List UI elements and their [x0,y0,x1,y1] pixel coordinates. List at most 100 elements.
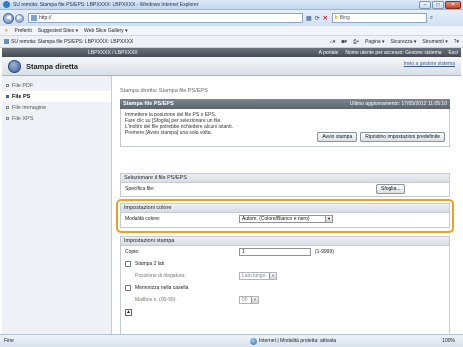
mailbox-checkbox[interactable] [125,285,131,291]
sidebar-item-label: File XPS [12,115,34,122]
file-section-title: Selezionare il file PS/EPS [121,174,449,183]
chevron-down-icon: ▼ [251,297,258,303]
stop-icon[interactable]: ✕ [323,15,328,22]
chevron-down-icon: ▼ [325,216,332,222]
home-icon[interactable]: ⌂▾ [330,39,336,45]
print-section: Impostazioni stampa Copie: 1 (1-9999) St… [120,236,450,334]
portal-link[interactable]: A portale [319,50,339,56]
compatibility-icon[interactable]: ▦ [306,15,312,22]
footer-row: ▲ [121,306,449,318]
search-field[interactable]: b Bing [331,13,427,23]
security-zone[interactable]: Internet | Modalità protetta: attivata [250,337,336,345]
main-content: Stampa diretta: Stampa file PS/EPS Stamp… [116,76,456,334]
address-bar: ◀ ▶ http:// ▦ ⟳ ✕ b Bing ⌕ [0,10,463,26]
mailbox-number-row: Mailbox n. (00-99): 00 ▼ [121,294,449,306]
sidebar-item-label: File immagine [12,104,47,111]
binding-select[interactable]: Lato lungo ▼ [239,272,277,280]
mailbox-number-value: 00 [242,297,248,303]
search-placeholder: Bing [339,15,350,21]
panel-header: Stampa file PS/EPS Ultimo aggiornamento:… [120,99,450,109]
refresh-icon[interactable]: ⟳ [315,15,320,22]
address-icons: ▦ ⟳ ✕ [306,15,328,22]
favorites-label[interactable]: Preferiti [14,28,31,34]
color-section-title: Impostazioni colore [121,204,449,213]
url-text: http:// [39,15,52,21]
mailbox-number-select[interactable]: 00 ▼ [239,296,259,304]
copies-range: (1-9999) [315,249,334,255]
duplex-label: Stampa 2 lati [135,261,165,267]
sidebar-item-image[interactable]: File immagine [2,102,111,113]
forward-button[interactable]: ▶ [15,13,24,23]
page-title: Stampa diretta [26,61,79,71]
back-button[interactable]: ◀ [3,12,14,24]
fav-link-suggested[interactable]: Suggested Sites ▾ [38,28,78,34]
duplex-row: Stampa 2 lati [121,258,449,270]
mailbox-label: Memorizza nella casella [135,285,189,291]
send-to-admin-link[interactable]: Invio a gestore sistema [404,61,455,67]
url-field[interactable]: http:// [28,13,303,23]
feeds-icon[interactable]: ◙▾ [341,39,347,45]
sidebar-item-label: File PDF [12,82,34,89]
instructions: Immettere la posizione del file PS o EPS… [120,109,450,147]
panel-title: Stampa file PS/EPS [123,101,174,107]
web-page: LBPXXXX / LBPXXXX A portale Nome utente … [2,48,461,334]
duplex-checkbox[interactable] [125,261,131,267]
menu-page[interactable]: Pagina ▾ [365,39,384,45]
browser-tab[interactable]: SU remota: Stampa file PS/EPS: LBPXXXX: … [4,39,133,45]
print-section-title: Impostazioni stampa [121,237,449,246]
copies-row: Copie: 1 (1-9999) [121,246,449,258]
window-titlebar: SU remota: Stampa file PS/EPS: LBPXXXX: … [0,0,463,10]
file-row: Specifica file: Sfoglia... [121,183,449,195]
sidebar-item-pdf[interactable]: File PDF [2,80,111,91]
bullet-icon [6,106,9,109]
last-update: Ultimo aggiornamento: 17/05/2012 11:05:1… [349,101,447,107]
page-header: Stampa diretta Invio a gestore sistema [2,57,461,76]
breadcrumb: Stampa diretta: Stampa file PS/EPS [120,88,208,94]
logout-link[interactable]: Esci [449,50,458,56]
start-print-button[interactable]: Avvio stampa [317,132,358,142]
menu-tools[interactable]: Strumenti ▾ [422,39,447,45]
top-navigation: LBPXXXX / LBPXXXX A portale Nome utente … [2,48,461,57]
menu-security[interactable]: Sicurezza ▾ [391,39,417,45]
help-icon[interactable]: ?▾ [454,39,459,45]
sidebar-item-ps[interactable]: File PS [2,91,111,102]
copies-value: 1 [242,249,245,255]
color-mode-label: Modalità colore: [125,216,161,222]
chevron-down-icon: ▼ [269,273,276,279]
browse-button[interactable]: Sfoglia... [376,184,406,194]
file-label: Specifica file: [125,186,155,192]
copies-label: Copie: [125,249,140,255]
globe-icon [250,337,257,345]
maximize-button[interactable]: □ [432,1,444,9]
status-bar: Fine Internet | Modalità protetta: attiv… [0,334,463,347]
minimize-button[interactable]: – [419,1,431,9]
fav-link-webslice[interactable]: Web Slice Gallery ▾ [84,28,128,34]
color-mode-select[interactable]: Autom. (Colore/Bianco e nero) ▼ [239,215,333,223]
sidebar: File PDF File PS File immagine File XPS [2,76,112,334]
bing-icon: b [334,15,338,21]
tab-bar: SU remota: Stampa file PS/EPS: LBPXXXX: … [0,36,463,48]
tab-page-icon [4,39,9,44]
window-title: SU remota: Stampa file PS/EPS: LBPXXXX: … [13,1,199,8]
tab-title: SU remota: Stampa file PS/EPS: LBPXXXX: … [11,38,134,45]
bullet-icon [6,84,9,87]
sidebar-item-xps[interactable]: File XPS [2,113,111,124]
zoom-level[interactable]: 100% [442,338,455,344]
printer-name: LBPXXXX / LBPXXXX [88,49,138,56]
scroll-top-icon[interactable]: ▲ [125,308,132,316]
bullet-icon [6,117,9,120]
color-mode-row: Modalità colore: Autom. (Colore/Bianco e… [121,213,449,225]
binding-label: Posizione di rilegatura: [135,273,186,279]
restore-defaults-button[interactable]: Ripristino impostazioni predefinite [360,132,445,142]
page-icon [31,15,37,21]
close-window-button[interactable]: ✕ [445,1,461,9]
status-text: Fine [4,338,14,344]
print-icon[interactable]: ⎙▾ [353,39,359,45]
color-section: Impostazioni colore Modalità colore: Aut… [120,203,450,228]
favorites-star-icon[interactable]: ★ [4,28,8,34]
mailbox-row: Memorizza nella casella [121,282,449,294]
search-icon[interactable]: ⌕ [430,15,433,22]
favorites-bar: ★ Preferiti Suggested Sites ▾ Web Slice … [0,26,463,36]
direct-print-icon [8,59,21,73]
copies-input[interactable]: 1 [239,248,311,256]
